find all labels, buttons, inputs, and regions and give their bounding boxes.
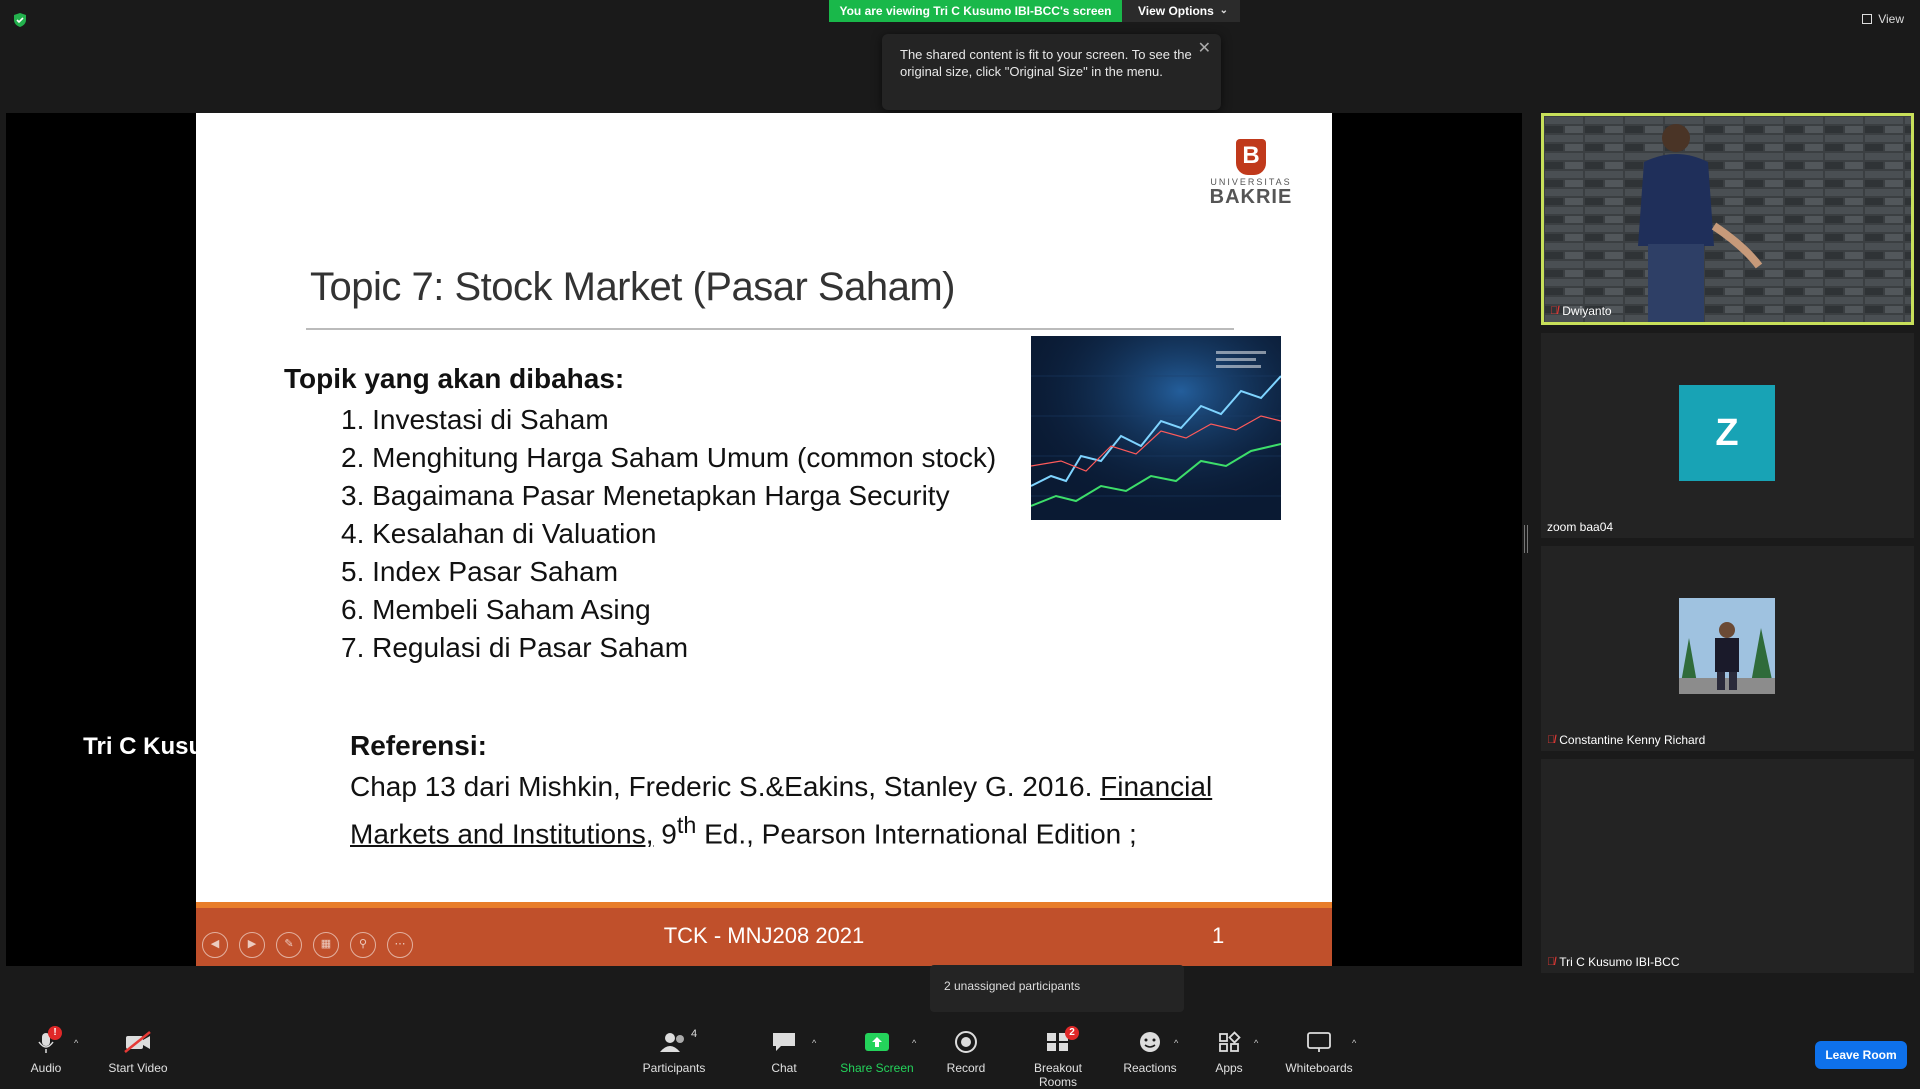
record-label: Record [946, 1061, 986, 1075]
reactions-icon [1140, 1032, 1160, 1052]
participant-name-label: zoom baa04 [1547, 520, 1613, 534]
view-options-button[interactable]: View Options ⌄ [1122, 0, 1240, 22]
participant-name: Constantine Kenny Richard [1559, 733, 1706, 747]
participant-avatar: Z [1679, 385, 1775, 481]
stock-chart-image [1031, 336, 1281, 520]
mic-muted-icon: 🎙̸ [1550, 305, 1559, 317]
slide-number: 1 [1212, 923, 1225, 948]
participant-video [1544, 116, 1911, 322]
whiteboards-options-caret-icon[interactable]: ^ [1352, 1038, 1356, 1048]
topic-item: 6. Membeli Saham Asing [341, 594, 651, 625]
participant-avatar-photo [1679, 598, 1775, 694]
participants-icon [660, 1033, 684, 1052]
meeting-toolbar: ! Audio ^ Start Video 4 Participants Cha… [0, 1012, 1920, 1089]
chat-options-caret-icon[interactable]: ^ [812, 1038, 816, 1048]
university-logo: B UNIVERSITAS BAKRIE [1206, 139, 1296, 209]
video-tile-active-speaker[interactable]: 🎙̸ Dwiyanto [1541, 113, 1914, 325]
apps-label: Apps [1215, 1061, 1243, 1075]
share-screen-icon [865, 1033, 889, 1051]
slide-footer: ◀ ▶ ✎ ▦ ⚲ ⋯ TCK - MNJ208 2021 1 [196, 908, 1332, 966]
logo-name: BAKRIE [1209, 186, 1293, 208]
fit-screen-tooltip: The shared content is fit to your screen… [882, 34, 1221, 110]
topic-item: 7. Regulasi di Pasar Saham [341, 632, 689, 663]
share-screen-label: Share Screen [840, 1061, 914, 1075]
chat-label: Chat [771, 1061, 797, 1075]
apps-options-caret-icon[interactable]: ^ [1254, 1038, 1258, 1048]
ref-edition: 9 [653, 818, 677, 850]
apps-icon [1219, 1031, 1241, 1052]
participant-name-label: 🎙̸ Constantine Kenny Richard [1547, 733, 1705, 747]
breakout-rooms-button[interactable]: 2 Breakout Rooms [1014, 1026, 1102, 1089]
breakout-rooms-label: Breakout Rooms [1033, 1061, 1083, 1089]
chat-button[interactable]: Chat [766, 1030, 802, 1075]
share-options-caret-icon[interactable]: ^ [912, 1038, 916, 1048]
topic-item: 5. Index Pasar Saham [341, 556, 619, 587]
share-screen-button[interactable]: Share Screen [840, 1030, 914, 1075]
reactions-button[interactable]: Reactions [1122, 1030, 1178, 1075]
participant-name-label: 🎙̸ Dwiyanto [1550, 304, 1612, 318]
whiteboard-icon [1307, 1032, 1331, 1052]
participants-count: 4 [691, 1028, 698, 1040]
start-video-button[interactable]: Start Video [106, 1030, 170, 1075]
participant-name-label: 🎙̸ Tri C Kusumo IBI-BCC [1547, 955, 1680, 969]
ref-authors: Chap 13 dari Mishkin, Frederic S.&Eakins… [350, 771, 1101, 802]
apps-button[interactable]: Apps [1210, 1030, 1248, 1075]
whiteboards-button[interactable]: Whiteboards [1282, 1030, 1356, 1075]
tooltip-text: The shared content is fit to your screen… [900, 47, 1192, 79]
view-options-label: View Options [1138, 4, 1214, 18]
start-video-label: Start Video [108, 1061, 168, 1075]
audio-warning-badge: ! [48, 1026, 62, 1040]
audio-button[interactable]: ! Audio [28, 1026, 64, 1075]
gallery-resize-handle[interactable] [1524, 525, 1528, 553]
logo-mark: B [1236, 139, 1266, 175]
participant-name: Dwiyanto [1562, 304, 1612, 318]
ref-edition-sup: th [676, 812, 697, 838]
view-button[interactable]: View [1862, 12, 1904, 26]
mic-muted-icon: 🎙̸ [1547, 956, 1556, 968]
participants-label: Participants [642, 1061, 706, 1075]
leave-room-button[interactable]: Leave Room [1815, 1041, 1907, 1069]
close-icon[interactable]: ✕ [1198, 40, 1211, 57]
participant-name: Tri C Kusumo IBI-BCC [1559, 955, 1680, 969]
participant-name: zoom baa04 [1547, 520, 1614, 534]
slide-title: Topic 7: Stock Market (Pasar Saham) [310, 265, 955, 309]
topics-heading: Topik yang akan dibahas: [284, 363, 625, 394]
audio-options-caret-icon[interactable]: ^ [74, 1038, 78, 1048]
topic-item: 1. Investasi di Saham [341, 404, 609, 435]
chat-icon [773, 1033, 795, 1051]
audio-label: Audio [30, 1061, 62, 1075]
reactions-label: Reactions [1123, 1061, 1177, 1075]
topic-item: 4. Kesalahan di Valuation [341, 518, 657, 549]
topic-item: 3. Bagaimana Pasar Menetapkan Harga Secu… [341, 480, 950, 511]
video-tile[interactable]: 🎙̸ Tri C Kusumo IBI-BCC [1541, 759, 1914, 973]
participants-button[interactable]: 4 Participants [641, 1028, 707, 1075]
unassigned-participants-popup[interactable]: 2 unassigned participants [930, 965, 1184, 1012]
security-shield-icon[interactable] [12, 12, 28, 28]
reference-citation: Chap 13 dari Mishkin, Frederic S.&Eakins… [350, 768, 1250, 853]
topics-list: 1. Investasi di Saham 2. Menghitung Harg… [341, 401, 996, 667]
title-divider [306, 328, 1234, 330]
video-off-icon [124, 1031, 151, 1053]
mic-muted-icon: 🎙̸ [1547, 734, 1556, 746]
record-icon [955, 1031, 977, 1053]
reactions-options-caret-icon[interactable]: ^ [1174, 1038, 1178, 1048]
topic-item: 2. Menghitung Harga Saham Umum (common s… [341, 442, 997, 473]
gallery-view-icon [1862, 14, 1873, 24]
ref-publisher: Ed., Pearson International Edition ; [696, 818, 1137, 850]
record-button[interactable]: Record [945, 1030, 987, 1075]
footer-course-code: TCK - MNJ208 2021 [663, 923, 865, 948]
participant-display-name: Tri C Kusumo IB... [83, 733, 290, 760]
view-label: View [1878, 12, 1904, 26]
participant-gallery: 🎙̸ Dwiyanto zoom baa04 🎙̸ Constantine Ke… [1541, 113, 1914, 973]
chevron-down-icon: ⌄ [1219, 5, 1228, 16]
presentation-slide: B UNIVERSITAS BAKRIE Topic 7: Stock Mark… [196, 113, 1332, 966]
breakout-rooms-badge: 2 [1065, 1026, 1079, 1040]
whiteboards-label: Whiteboards [1285, 1061, 1353, 1075]
viewing-screen-banner: You are viewing Tri C Kusumo IBI-BCC's s… [829, 0, 1122, 22]
